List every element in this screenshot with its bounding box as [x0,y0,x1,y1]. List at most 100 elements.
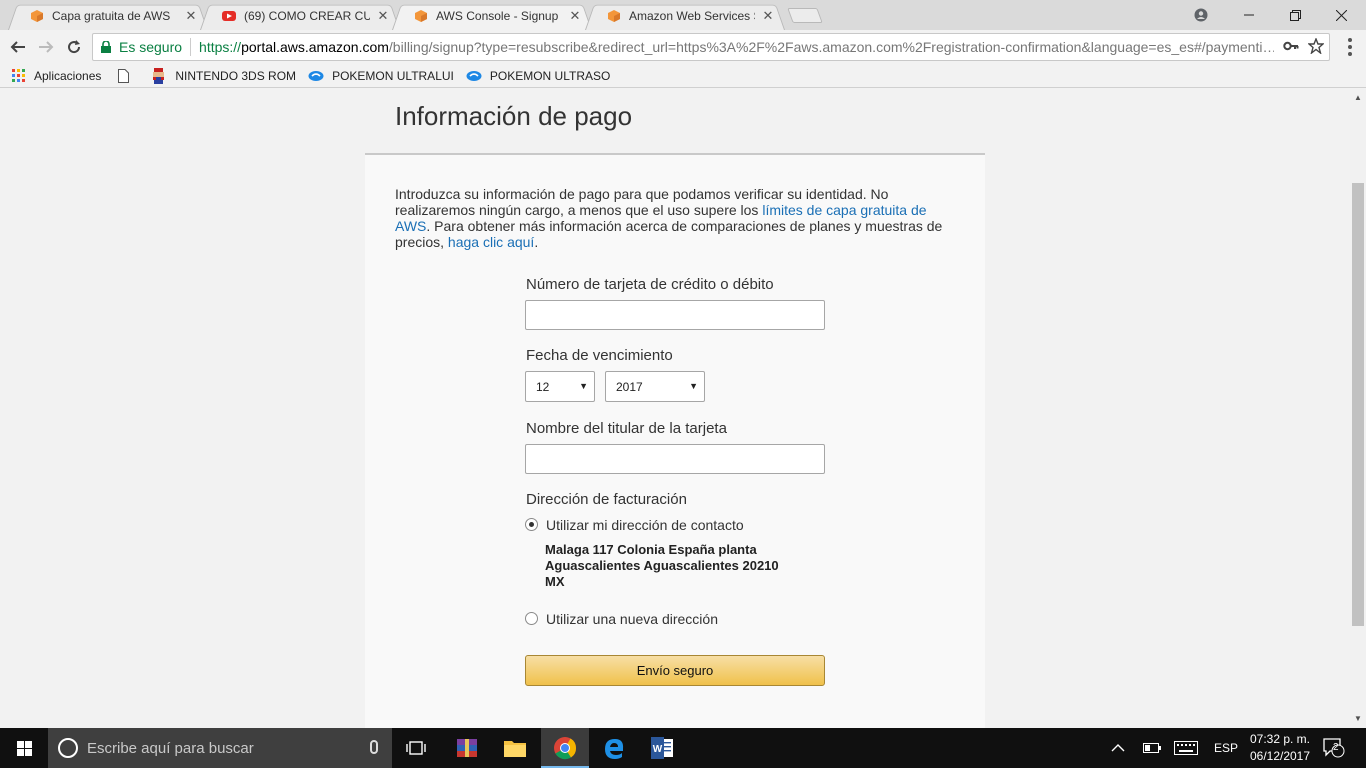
tab-title: AWS Console - Signup [436,9,559,23]
reload-icon[interactable] [62,35,86,59]
browser-tab[interactable]: Capa gratuita de AWS ✕ [8,2,208,30]
use-contact-address-radio[interactable] [525,518,538,531]
tab-title: (69) COMO CREAR CUEN [244,9,370,23]
url-text[interactable]: https://portal.aws.amazon.com/billing/si… [199,39,1274,55]
bookmark-apps[interactable]: Aplicaciones [10,68,101,84]
microphone-icon[interactable] [370,740,378,754]
bookmarks-bar: Aplicaciones NINTENDO 3DS ROM POKEMON UL… [0,64,1366,88]
intro-text: Introduzca su información de pago para q… [395,186,943,250]
expiry-label: Fecha de vencimiento [526,347,673,364]
action-center-icon[interactable]: 2 [1323,728,1345,768]
clock-time: 07:32 p. m. [1249,732,1311,746]
tab-strip: Capa gratuita de AWS ✕ (69) COMO CREAR C… [0,0,1366,30]
tab-title: Capa gratuita de AWS [52,9,171,23]
scroll-up-arrow-icon[interactable]: ▲ [1354,93,1362,102]
notification-count: 2 [1333,742,1339,753]
bookmark-label: POKEMON ULTRALUI [332,68,454,83]
expiry-month-value: 12 [536,379,550,394]
payment-form-card: Introduzca su información de pago para q… [365,153,985,728]
secure-submit-button[interactable]: Envío seguro [525,655,825,686]
aws-cube-icon [31,10,43,22]
expiry-year-select[interactable]: 2017 ▼ [605,371,705,402]
use-new-address-label[interactable]: Utilizar una nueva dirección [546,611,718,627]
tab-title: Amazon Web Services Si [629,9,755,23]
security-label: Es seguro [119,39,183,55]
tab-close-icon[interactable]: ✕ [184,8,198,24]
close-window-icon[interactable] [1318,0,1364,30]
start-button[interactable] [0,728,48,768]
url-path: /billing/signup?type=resubscribe&redirec… [388,39,1275,55]
billing-address-label: Dirección de facturación [526,491,687,508]
chrome-app-icon[interactable] [541,728,589,768]
tab-close-icon[interactable]: ✕ [568,8,582,24]
mario-icon [151,67,167,84]
tab-close-icon[interactable]: ✕ [761,8,775,24]
card-number-label: Número de tarjeta de crédito o débito [526,276,774,293]
aws-cube-icon [608,10,620,22]
taskbar-search[interactable]: Escribe aquí para buscar [48,728,392,768]
page-scrollbar[interactable]: ▲ ▼ [1350,89,1366,728]
battery-icon[interactable] [1143,728,1161,768]
system-clock[interactable]: 07:32 p. m. 06/12/2017 [1240,731,1320,765]
edge-app-icon[interactable] [590,728,638,768]
blue-swirl-icon [308,68,324,84]
address-bar[interactable]: Es seguro https://portal.aws.amazon.com/… [92,33,1330,61]
new-tab-button[interactable] [787,8,823,23]
url-host: portal.aws.amazon.com [241,39,389,55]
apps-grid-icon [10,68,26,84]
use-new-address-radio[interactable] [525,612,538,625]
dropdown-arrow-icon: ▼ [579,381,588,391]
click-here-link[interactable]: haga clic aquí [448,234,534,250]
key-icon[interactable] [1283,38,1299,57]
chrome-menu-icon[interactable] [1342,38,1358,56]
address-line: Aguascalientes Aguascalientes 20210 [545,558,779,573]
address-line: Malaga 117 Colonia España planta [545,542,757,557]
scrollbar-thumb[interactable] [1352,183,1364,626]
tab-close-icon[interactable]: ✕ [376,8,390,24]
scroll-down-arrow-icon[interactable]: ▼ [1354,714,1362,723]
url-scheme: https:// [199,39,242,55]
bookmark-nintendo[interactable]: NINTENDO 3DS ROM [151,67,297,84]
page-viewport: Información de pago Introduzca su inform… [0,89,1350,728]
winrar-app-icon[interactable] [443,728,491,768]
bookmark-label: Aplicaciones [34,68,102,83]
bookmark-pokemon-ultrasol[interactable]: POKEMON ULTRASO [466,68,610,84]
cardholder-input[interactable] [525,444,825,474]
browser-tab[interactable]: Amazon Web Services Si ✕ [585,2,785,30]
aws-cube-icon [415,10,427,22]
bookmark-label: POKEMON ULTRASO [489,68,611,83]
windows-logo-icon [16,740,32,756]
bookmark-label: NINTENDO 3DS ROM [175,68,297,83]
address-line: MX [545,574,565,589]
back-arrow-icon[interactable] [6,35,30,59]
browser-toolbar: Es seguro https://portal.aws.amazon.com/… [0,30,1366,64]
minimize-icon[interactable] [1226,0,1272,30]
youtube-icon [222,11,236,21]
word-app-icon[interactable]: W [638,728,686,768]
restore-icon[interactable] [1272,0,1318,30]
expiry-month-select[interactable]: 12 ▼ [525,371,595,402]
star-bookmark-icon[interactable] [1307,37,1325,57]
bookmark-pokemon-ultraluna[interactable]: POKEMON ULTRALUI [308,68,454,84]
bookmark-page[interactable] [115,68,139,84]
cortana-icon [58,738,78,758]
task-view-icon[interactable] [392,728,440,768]
use-contact-address-label[interactable]: Utilizar mi dirección de contacto [546,517,744,533]
file-explorer-icon[interactable] [491,728,539,768]
card-number-input[interactable] [525,300,825,330]
language-indicator[interactable]: ESP [1214,728,1238,768]
lock-icon [101,41,111,53]
show-hidden-icons[interactable] [1111,728,1125,768]
page-title: Información de pago [395,101,633,131]
dropdown-arrow-icon: ▼ [689,381,698,391]
cardholder-label: Nombre del titular de la tarjeta [526,420,727,437]
keyboard-icon[interactable] [1174,728,1198,768]
profile-icon[interactable] [1178,0,1224,30]
browser-tab[interactable]: (69) COMO CREAR CUEN ✕ [200,2,400,30]
svg-text:W: W [653,744,663,755]
search-placeholder: Escribe aquí para buscar [87,739,254,757]
contact-address: Malaga 117 Colonia España planta Aguasca… [545,542,779,590]
browser-tab-active[interactable]: AWS Console - Signup ✕ [392,2,592,30]
windows-taskbar: Escribe aquí para buscar W ESP 07:32 p. … [0,728,1366,768]
forward-arrow-icon[interactable] [34,35,58,59]
